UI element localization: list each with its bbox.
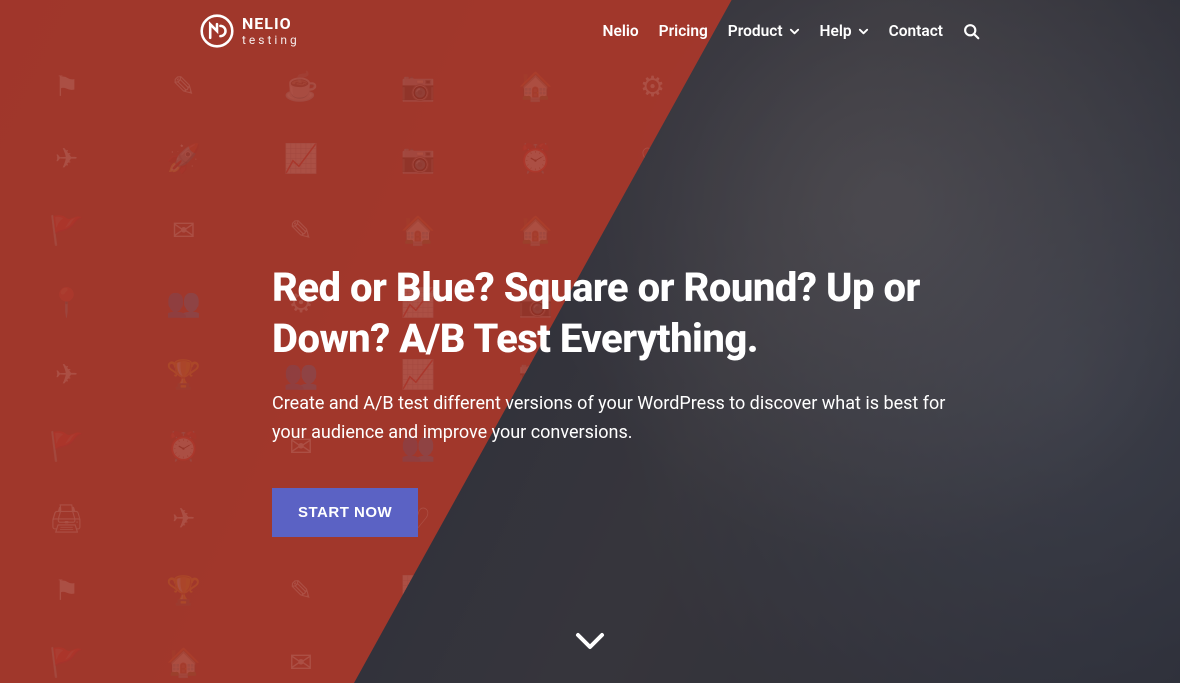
search-button[interactable] <box>963 23 980 40</box>
hero-section: ⚑✎☕📷🏠⚙⏰🖨☕⚑ ✈🚀📈📷⏰♡📷⏰♡📈 🚩✉✎🏠🏠⏰☕💬🖨⚙ 📍👥⚙📈📷⏰📈… <box>0 0 1180 683</box>
nav-item-product[interactable]: Product <box>728 22 800 40</box>
nav-label: Contact <box>889 22 943 40</box>
brand-name-line1: NELIO <box>242 16 300 32</box>
brand-logo[interactable]: NELIO testing <box>200 14 300 48</box>
chevron-down-icon <box>789 26 800 37</box>
nav-label: Product <box>728 22 783 40</box>
nav-item-contact[interactable]: Contact <box>889 22 943 40</box>
chevron-down-icon <box>858 26 869 37</box>
site-header: NELIO testing Nelio Pricing Product Help… <box>0 0 1180 62</box>
hero-content: Red or Blue? Square or Round? Up or Down… <box>272 262 970 537</box>
nav-label: Nelio <box>603 22 639 40</box>
hero-headline: Red or Blue? Square or Round? Up or Down… <box>272 262 970 364</box>
nav-item-nelio[interactable]: Nelio <box>603 22 639 40</box>
search-icon <box>963 23 980 40</box>
nav-item-pricing[interactable]: Pricing <box>659 22 708 40</box>
start-now-button[interactable]: START NOW <box>272 488 418 537</box>
nav-item-help[interactable]: Help <box>820 22 869 40</box>
hero-subhead: Create and A/B test different versions o… <box>272 390 962 448</box>
brand-name-line2: testing <box>242 34 300 46</box>
brand-name: NELIO testing <box>242 16 300 46</box>
logo-mark-icon <box>200 14 234 48</box>
nav-label: Pricing <box>659 22 708 40</box>
nav-label: Help <box>820 22 852 40</box>
primary-nav: Nelio Pricing Product Help Contact <box>603 22 980 40</box>
scroll-down-indicator[interactable] <box>570 621 610 665</box>
chevron-down-icon <box>570 621 610 661</box>
